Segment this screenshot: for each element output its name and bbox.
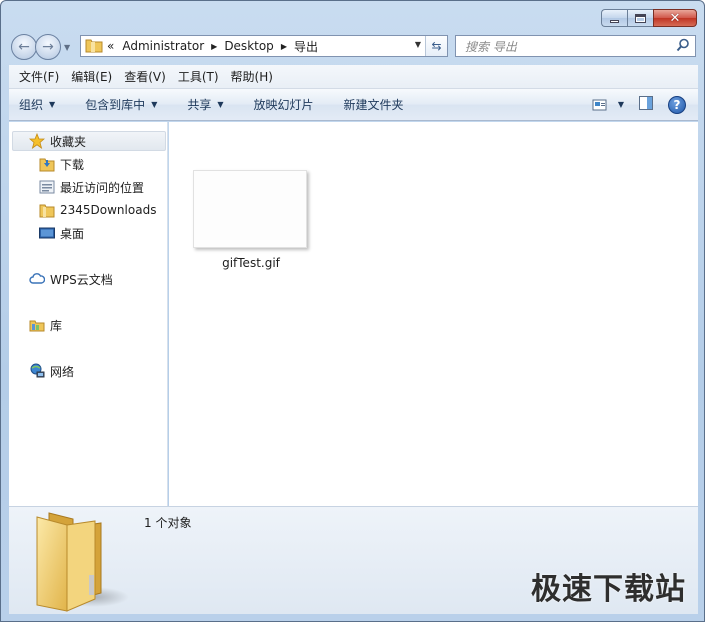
folder-icon [85,37,103,56]
breadcrumb-separator-icon[interactable]: ▶ [208,42,220,51]
address-bar[interactable]: « Administrator ▶ Desktop ▶ 导出 ▼ ⇆ [80,35,448,57]
view-controls: ▼ ? [578,95,686,114]
nav-wps-cloud[interactable]: WPS云文档 [29,269,113,289]
breadcrumb-export[interactable]: 导出 [290,38,322,55]
breadcrumb-desktop[interactable]: Desktop [220,39,278,53]
menu-file[interactable]: 文件(F) [13,68,65,85]
close-button[interactable]: ✕ [653,9,697,27]
new-folder-button[interactable]: 新建文件夹 [344,96,404,113]
breadcrumb-administrator[interactable]: Administrator [118,39,208,53]
watermark-text: 极速下载站 [531,572,686,607]
large-folder-icon [31,509,131,616]
caption-buttons: ✕ [601,9,697,27]
nav-wps-label: WPS云文档 [50,272,113,287]
change-view-button[interactable]: ▼ [592,98,624,112]
chevron-down-icon: ▼ [49,100,56,109]
refresh-button[interactable]: ⇆ [425,36,447,56]
maximize-icon [635,13,646,23]
minimize-icon [610,19,619,23]
downloads-folder-icon [39,156,55,172]
network-icon [29,363,45,379]
menu-tools[interactable]: 工具(T) [172,68,225,85]
nav-item-label: 下载 [60,157,85,172]
close-icon: ✕ [669,10,681,26]
share-button[interactable]: 共享 ▼ [187,96,223,113]
share-label: 共享 [187,98,212,112]
details-pane: 1 个对象 极速下载站 [9,506,698,614]
nav-item-desktop[interactable]: 桌面 [39,223,84,243]
include-in-library-label: 包含到库中 [85,98,146,112]
search-icon[interactable] [676,38,690,55]
command-bar: 组织 ▼ 包含到库中 ▼ 共享 ▼ 放映幻灯片 新建文件夹 ▼ ? [9,89,698,121]
address-history-dropdown[interactable]: ▼ [415,40,421,49]
nav-libraries[interactable]: 库 [29,315,62,335]
nav-item-2345downloads[interactable]: 2345Downloads [39,200,156,220]
breadcrumb-overflow[interactable]: « [103,39,118,53]
nav-item-label: 最近访问的位置 [60,180,145,195]
desktop-icon [39,225,55,241]
search-placeholder: 搜索 导出 [465,39,517,54]
nav-item-recent-places[interactable]: 最近访问的位置 [39,177,144,197]
arrow-right-icon: → [42,39,54,55]
file-name-label[interactable]: gifTest.gif [193,256,309,270]
nav-network-label: 网络 [50,364,75,379]
organize-label: 组织 [19,98,44,112]
menu-bar: 文件(F) 编辑(E) 查看(V) 工具(T) 帮助(H) [9,65,698,89]
nav-item-label: 桌面 [60,226,85,241]
star-icon [28,132,46,149]
search-input[interactable]: 搜索 导出 [455,35,696,57]
library-icon [29,317,45,333]
menu-help[interactable]: 帮助(H) [225,68,279,85]
explorer-window: ✕ ← → ▼ « Administrator ▶ Desktop ▶ 导出 ▼… [0,0,705,622]
file-list[interactable]: gifTest.gif [169,122,698,506]
recent-pages-dropdown[interactable]: ▼ [64,43,70,52]
nav-item-downloads[interactable]: 下载 [39,154,84,174]
slideshow-button[interactable]: 放映幻灯片 [254,96,314,113]
preview-pane-icon [639,96,653,110]
item-count: 1 个对象 [144,516,192,530]
cloud-icon [29,271,46,287]
back-button[interactable]: ← [11,34,37,60]
folder-icon [39,202,55,218]
nav-network[interactable]: 网络 [29,361,74,381]
forward-button[interactable]: → [35,34,61,60]
nav-favorites-label: 收藏夹 [50,134,87,149]
preview-pane-button[interactable] [638,95,654,114]
help-button[interactable]: ? [668,95,686,114]
menu-edit[interactable]: 编辑(E) [65,68,118,85]
nav-favorites[interactable]: 收藏夹 [12,131,166,151]
organize-button[interactable]: 组织 ▼ [19,96,55,113]
breadcrumb-separator-icon[interactable]: ▶ [278,42,290,51]
include-in-library-button[interactable]: 包含到库中 ▼ [85,96,157,113]
view-icon [592,99,607,110]
file-thumbnail[interactable] [193,170,307,248]
navigation-pane: 收藏夹 下载 最近访问的位置 2345Downloads 桌面 WPS云文档 库… [9,122,168,506]
menu-view[interactable]: 查看(V) [118,68,172,85]
navigation-buttons: ← → ▼ [11,34,70,60]
chevron-down-icon: ▼ [151,100,158,109]
arrow-left-icon: ← [18,39,30,55]
chevron-down-icon: ▼ [617,100,624,109]
nav-libraries-label: 库 [50,318,63,333]
chevron-down-icon: ▼ [217,100,224,109]
maximize-button[interactable] [627,9,653,27]
minimize-button[interactable] [601,9,627,27]
recent-places-icon [39,179,55,195]
nav-item-label: 2345Downloads [60,203,157,217]
refresh-icon: ⇆ [431,39,442,53]
